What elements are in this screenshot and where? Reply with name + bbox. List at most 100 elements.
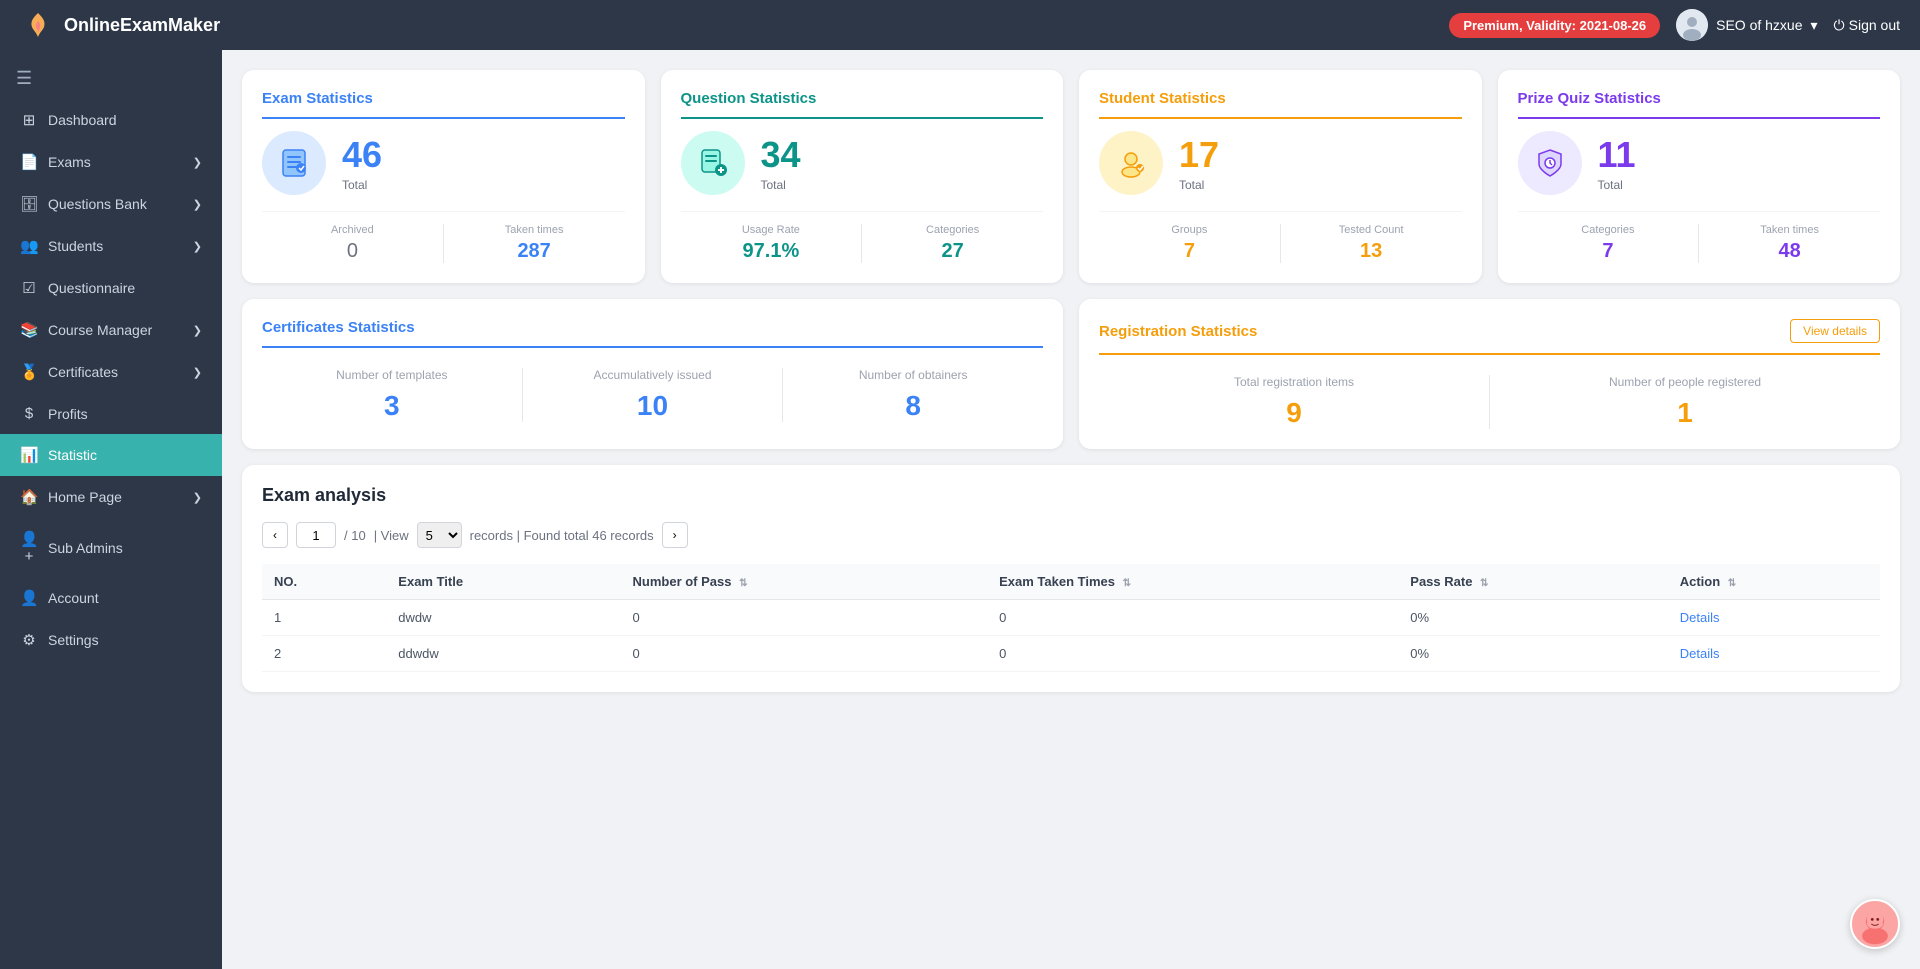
user-plus-icon: 👤+ (20, 530, 38, 565)
sidebar-label-students: Students (48, 238, 103, 254)
chevron-right-icon: ❯ (193, 491, 202, 504)
exam-stats-total-block: 46 Total (342, 134, 382, 192)
sidebar-item-exams[interactable]: 📄 Exams ❯ (0, 141, 222, 183)
question-stats-icon-circle (681, 131, 745, 195)
prize-quiz-total-number: 11 (1598, 134, 1636, 176)
menu-toggle-button[interactable]: ☰ (0, 58, 222, 99)
student-stats-total-label: Total (1179, 178, 1219, 192)
book-icon: 📚 (20, 321, 38, 339)
settings-icon: ⚙ (20, 631, 38, 649)
sidebar-label-profits: Profits (48, 406, 88, 422)
student-stats-card: Student Statistics 17 Total (1079, 70, 1482, 283)
chevron-right-icon: ❯ (193, 156, 202, 169)
prev-page-button[interactable]: ‹ (262, 522, 288, 548)
home-icon: 🏠 (20, 488, 38, 506)
sign-out-button[interactable]: ⏻ Sign out (1834, 17, 1900, 34)
chevron-right-icon: ❯ (193, 366, 202, 379)
sidebar-label-account: Account (48, 590, 99, 606)
question-stats-main: 34 Total (681, 131, 1044, 195)
sidebar-item-profits[interactable]: $ Profits (0, 393, 222, 434)
exam-stats-sub-row: Archived 0 Taken times 287 (262, 211, 625, 263)
prize-quiz-stats-title: Prize Quiz Statistics (1518, 90, 1881, 119)
hamburger-icon: ☰ (16, 68, 32, 88)
cell-no: 2 (262, 636, 386, 672)
exam-analysis-section: Exam analysis ‹ / 10 | View 5 10 20 reco… (242, 465, 1900, 692)
cert-metrics: Number of templates 3 Accumulatively iss… (262, 368, 1043, 422)
prize-quiz-total-block: 11 Total (1598, 134, 1636, 192)
question-stats-total-number: 34 (761, 134, 801, 176)
cell-taken: 0 (987, 636, 1398, 672)
student-stats-total-number: 17 (1179, 134, 1219, 176)
avatar (1676, 9, 1708, 41)
sidebar-item-statistic[interactable]: 📊 Statistic (0, 434, 222, 476)
col-no: NO. (262, 564, 386, 600)
exam-stats-icon-circle (262, 131, 326, 195)
bar-chart-icon: 📊 (20, 446, 38, 464)
prize-quiz-sub-row: Categories 7 Taken times 48 (1518, 211, 1881, 263)
cell-no: 1 (262, 600, 386, 636)
reg-stats-header: Registration Statistics View details (1099, 319, 1880, 355)
chevron-down-icon: ▾ (1811, 17, 1818, 34)
sidebar-item-account[interactable]: 👤 Account (0, 577, 222, 619)
sidebar-item-dashboard[interactable]: ⊞ Dashboard (0, 99, 222, 141)
sidebar-item-questions-bank[interactable]: 🗄 Questions Bank ❯ (0, 183, 222, 225)
sidebar-item-settings[interactable]: ⚙ Settings (0, 619, 222, 661)
sidebar-item-students[interactable]: 👥 Students ❯ (0, 225, 222, 267)
cell-rate: 0% (1398, 600, 1667, 636)
sidebar-item-certificates[interactable]: 🏅 Certificates ❯ (0, 351, 222, 393)
sidebar-item-sub-admins[interactable]: 👤+ Sub Admins (0, 518, 222, 577)
user-name: SEO of hzxue (1716, 17, 1802, 33)
student-stats-total-block: 17 Total (1179, 134, 1219, 192)
cell-pass: 0 (621, 636, 988, 672)
topnav-right: Premium, Validity: 2021-08-26 SEO of hzx… (1449, 9, 1900, 41)
records-info: records | Found total 46 records (470, 528, 654, 543)
cell-action[interactable]: Details (1668, 636, 1880, 672)
reg-stats-card: Registration Statistics View details Tot… (1079, 299, 1900, 449)
cell-rate: 0% (1398, 636, 1667, 672)
database-icon: 🗄 (20, 195, 38, 213)
question-stats-usage: Usage Rate 97.1% (681, 224, 862, 263)
view-details-button[interactable]: View details (1790, 319, 1880, 343)
current-page-input[interactable] (296, 522, 336, 548)
prize-quiz-categories: Categories 7 (1518, 224, 1699, 263)
stats-grid: Exam Statistics 46 (242, 70, 1900, 283)
sidebar-item-home-page[interactable]: 🏠 Home Page ❯ (0, 476, 222, 518)
prize-shield-icon (1533, 146, 1567, 180)
cert-stats-card: Certificates Statistics Number of templa… (242, 299, 1063, 449)
file-icon: 📄 (20, 153, 38, 171)
student-stats-tested: Tested Count 13 (1280, 224, 1462, 263)
student-icon (1114, 146, 1148, 180)
next-page-button[interactable]: › (662, 522, 688, 548)
logo: OnlineExamMaker (20, 7, 220, 43)
view-label: | View (374, 528, 409, 543)
sidebar-item-course-manager[interactable]: 📚 Course Manager ❯ (0, 309, 222, 351)
student-stats-title: Student Statistics (1099, 90, 1462, 119)
main-content: Exam Statistics 46 (222, 50, 1920, 969)
col-exam-title: Exam Title (386, 564, 620, 600)
user-info[interactable]: SEO of hzxue ▾ (1676, 9, 1817, 41)
main-layout: ☰ ⊞ Dashboard 📄 Exams ❯ 🗄 Questions Bank… (0, 50, 1920, 969)
cell-action[interactable]: Details (1668, 600, 1880, 636)
reg-stats-title: Registration Statistics (1099, 323, 1257, 340)
floating-avatar[interactable] (1850, 899, 1900, 949)
reg-people-metric: Number of people registered 1 (1489, 375, 1880, 429)
pagination-row: ‹ / 10 | View 5 10 20 records | Found to… (262, 522, 1880, 548)
exam-stats-title: Exam Statistics (262, 90, 625, 119)
question-stats-title: Question Statistics (681, 90, 1044, 119)
exam-stats-main: 46 Total (262, 131, 625, 195)
student-stats-icon-circle (1099, 131, 1163, 195)
prize-quiz-icon-circle (1518, 131, 1582, 195)
grid-icon: ⊞ (20, 111, 38, 129)
cert-stats-title: Certificates Statistics (262, 319, 1043, 348)
records-per-page-select[interactable]: 5 10 20 (417, 522, 462, 548)
sidebar-label-sub-admins: Sub Admins (48, 540, 123, 556)
student-stats-main: 17 Total (1099, 131, 1462, 195)
sidebar-item-questionnaire[interactable]: ☑ Questionnaire (0, 267, 222, 309)
sidebar-label-statistic: Statistic (48, 447, 97, 463)
sidebar-label-course-manager: Course Manager (48, 322, 152, 338)
col-rate: Pass Rate ⇅ (1398, 564, 1667, 600)
exam-stats-total-label: Total (342, 178, 382, 192)
stats-row2: Certificates Statistics Number of templa… (242, 299, 1900, 449)
exam-table: NO. Exam Title Number of Pass ⇅ Exam Tak… (262, 564, 1880, 672)
question-gear-icon (696, 146, 730, 180)
